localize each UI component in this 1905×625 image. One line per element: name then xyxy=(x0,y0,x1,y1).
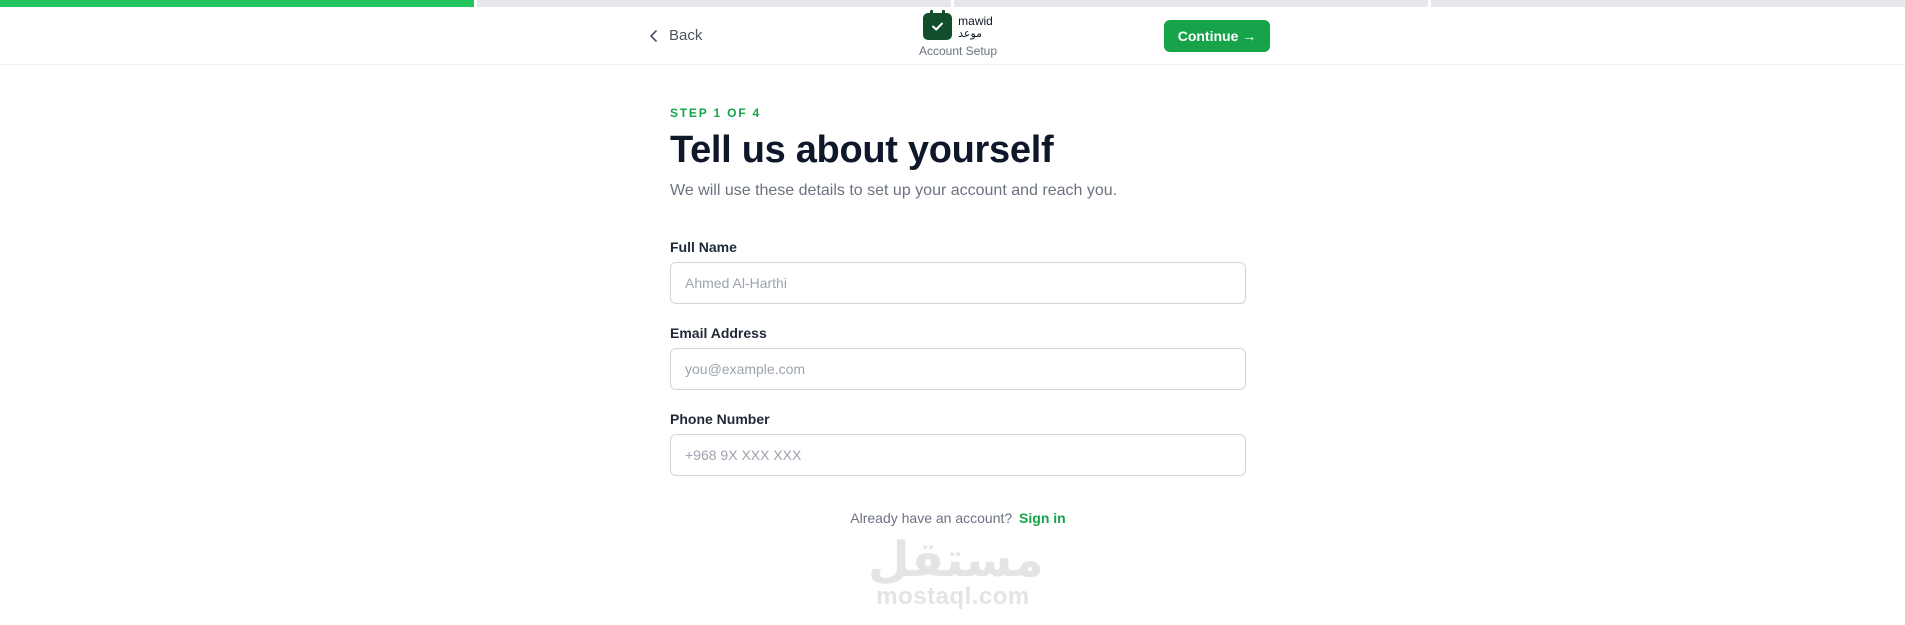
phone-field: Phone Number xyxy=(670,411,1246,476)
full-name-label: Full Name xyxy=(670,239,737,255)
watermark: مستقل mostaql.com xyxy=(868,532,1044,611)
progress-segment-4 xyxy=(1431,0,1905,7)
phone-input[interactable] xyxy=(670,434,1246,476)
continue-button[interactable]: Continue → xyxy=(1164,20,1270,52)
watermark-arabic: مستقل xyxy=(868,532,1044,588)
brand-subtitle: Account Setup xyxy=(918,44,998,58)
full-name-input[interactable] xyxy=(670,262,1246,304)
full-name-field: Full Name xyxy=(670,239,1246,304)
progress-segment-3 xyxy=(954,0,1428,7)
signin-prompt: Already have an account? xyxy=(850,510,1013,526)
back-button[interactable]: Back xyxy=(648,27,702,44)
progress-bar xyxy=(0,0,1905,7)
brand-logo-row: mawid موعد xyxy=(916,10,1000,40)
chevron-left-icon xyxy=(650,29,657,42)
watermark-latin: mostaql.com xyxy=(876,583,1030,610)
back-label: Back xyxy=(669,27,703,44)
email-input[interactable] xyxy=(670,348,1246,390)
signin-row: Already have an account? Sign in xyxy=(670,510,1246,526)
brand-name: mawid موعد xyxy=(958,15,993,39)
phone-label: Phone Number xyxy=(670,411,770,427)
brand: mawid موعد Account Setup xyxy=(916,10,1000,58)
email-label: Email Address xyxy=(670,325,767,341)
page-title: Tell us about yourself xyxy=(670,129,1054,171)
setup-form: STEP 1 OF 4 Tell us about yourself We wi… xyxy=(670,106,1246,526)
step-label: STEP 1 OF 4 xyxy=(670,106,761,120)
brand-name-ar: موعد xyxy=(958,26,983,40)
progress-segment-1 xyxy=(0,0,474,7)
signin-link[interactable]: Sign in xyxy=(1019,510,1066,526)
brand-name-en: mawid xyxy=(958,13,993,28)
calendar-check-icon xyxy=(923,10,953,40)
email-field: Email Address xyxy=(670,325,1246,390)
page-subtitle: We will use these details to set up your… xyxy=(670,182,1118,199)
top-bar: Back mawid موعد Account Setup Continue → xyxy=(0,7,1905,65)
progress-segment-2 xyxy=(477,0,951,7)
